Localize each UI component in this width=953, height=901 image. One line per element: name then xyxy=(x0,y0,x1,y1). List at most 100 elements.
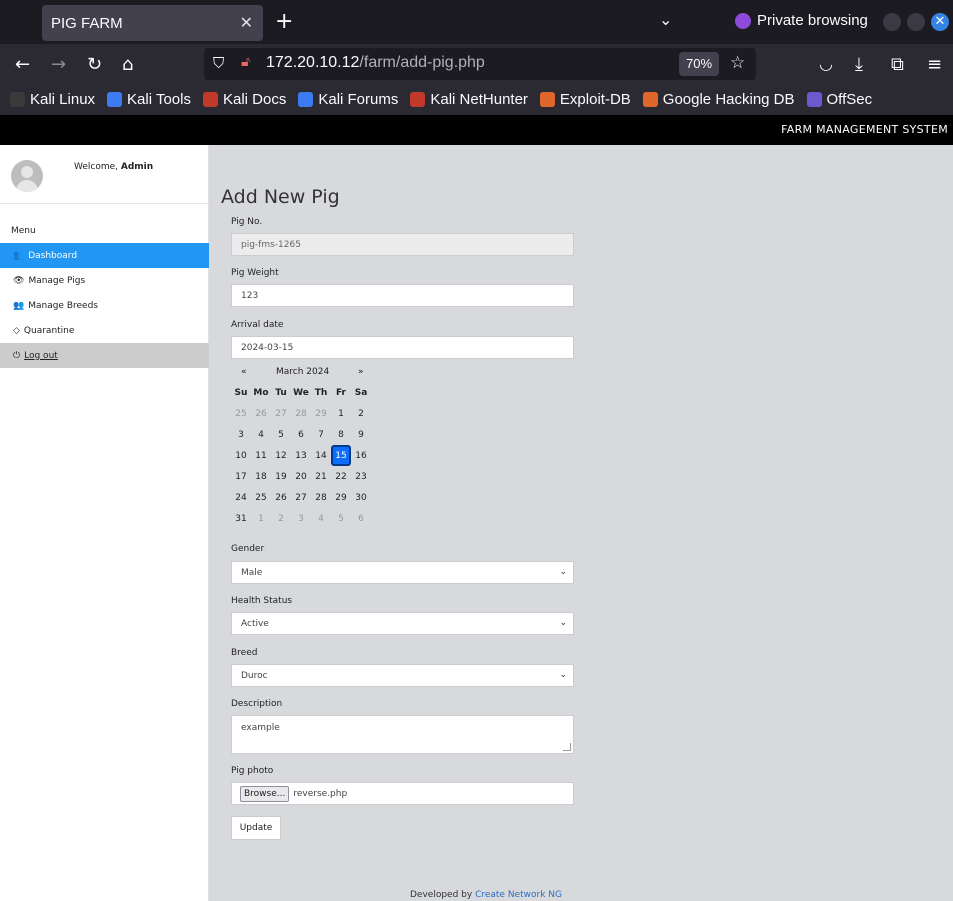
menu-hamburger-icon[interactable]: ≡ xyxy=(927,54,942,75)
tab-close-icon[interactable]: ✕ xyxy=(240,13,253,33)
browse-button[interactable]: Browse... xyxy=(240,785,290,802)
calendar-day[interactable]: 24 xyxy=(231,487,251,508)
calendar-day[interactable]: 2 xyxy=(271,508,291,529)
arrival-date-field[interactable]: 2024-03-15 xyxy=(231,336,574,359)
health-status-select[interactable]: Active ⌄ xyxy=(231,612,574,635)
calendar-grid: Su Mo Tu We Th Fr Sa 25 26 27 28 29 1 2 3 4 5 6 7 8 9 10 11 12 1… xyxy=(231,382,373,529)
resize-grip-icon[interactable] xyxy=(563,743,571,751)
extensions-icon[interactable]: ⧉ xyxy=(891,54,904,75)
bookmark-item[interactable]: Kali Linux xyxy=(10,91,95,108)
new-tab-button[interactable]: + xyxy=(275,9,293,34)
sidebar-item-label[interactable]: Log out xyxy=(24,351,58,361)
calendar-day[interactable]: 25 xyxy=(251,487,271,508)
calendar-day[interactable]: 1 xyxy=(251,508,271,529)
weight-field[interactable]: 123 xyxy=(231,284,574,307)
calendar-day[interactable]: 31 xyxy=(231,508,251,529)
app-header: FARM MANAGEMENT SYSTEM xyxy=(0,115,953,145)
photo-label: Pig photo xyxy=(231,766,274,776)
bookmark-item[interactable]: Google Hacking DB xyxy=(642,91,795,108)
calendar-day[interactable]: 13 xyxy=(291,445,311,466)
url-text[interactable]: 172.20.10.12/farm/add-pig.php xyxy=(266,54,485,72)
calendar-day[interactable]: 5 xyxy=(271,424,291,445)
footer-link[interactable]: Create Network NG xyxy=(475,890,562,900)
calendar-day[interactable]: 11 xyxy=(251,445,271,466)
calendar-day[interactable]: 1 xyxy=(331,403,351,424)
calendar-day[interactable]: 30 xyxy=(351,487,371,508)
calendar-day[interactable]: 21 xyxy=(311,466,331,487)
calendar-day[interactable]: 27 xyxy=(271,403,291,424)
calendar-day[interactable]: 5 xyxy=(331,508,351,529)
calendar-month-title[interactable]: March 2024 xyxy=(276,367,329,377)
maximize-button[interactable] xyxy=(907,13,925,31)
reload-icon[interactable]: ↻ xyxy=(87,54,102,75)
calendar-day[interactable]: 3 xyxy=(291,508,311,529)
bookmark-item[interactable]: Kali NetHunter xyxy=(410,91,528,108)
sidebar-item-manage-breeds[interactable]: 👥 Manage Breeds xyxy=(0,293,209,318)
calendar-day[interactable]: 26 xyxy=(271,487,291,508)
calendar-day[interactable]: 17 xyxy=(231,466,251,487)
calendar-day[interactable]: 20 xyxy=(291,466,311,487)
calendar-weekday: We xyxy=(293,387,309,398)
calendar-day[interactable]: 14 xyxy=(311,445,331,466)
shield-icon[interactable]: ⛉ xyxy=(213,54,224,72)
bookmark-item[interactable]: OffSec xyxy=(806,91,872,108)
bookmark-item[interactable]: Kali Forums xyxy=(298,91,398,108)
gender-label: Gender xyxy=(231,544,265,554)
calendar-day[interactable]: 12 xyxy=(271,445,291,466)
calendar-day[interactable]: 10 xyxy=(231,445,251,466)
home-icon[interactable]: ⌂ xyxy=(122,54,133,75)
calendar-day[interactable]: 8 xyxy=(331,424,351,445)
sidebar-item-manage-pigs[interactable]: 👁 Manage Pigs xyxy=(0,268,209,293)
photo-file-input[interactable]: Browse... reverse.php xyxy=(231,782,574,805)
calendar-day[interactable]: 23 xyxy=(351,466,371,487)
calendar-day[interactable]: 4 xyxy=(311,508,331,529)
calendar-day[interactable]: 19 xyxy=(271,466,291,487)
bookmark-star-icon[interactable]: ☆ xyxy=(730,53,745,73)
health-status-label: Health Status xyxy=(231,596,293,606)
list-tabs-chevron-icon[interactable]: ⌄ xyxy=(659,10,672,29)
prev-month-button[interactable]: « xyxy=(241,367,247,377)
gender-select[interactable]: Male ⌄ xyxy=(231,561,574,584)
calendar-day[interactable]: 22 xyxy=(331,466,351,487)
calendar-day[interactable]: 4 xyxy=(251,424,271,445)
breed-select[interactable]: Duroc ⌄ xyxy=(231,664,574,687)
bookmark-item[interactable]: Kali Docs xyxy=(202,91,286,108)
url-bar[interactable]: ⛉ 🔓︎ 172.20.10.12/farm/add-pig.php 70% ☆ xyxy=(204,48,756,80)
description-textarea[interactable]: example xyxy=(231,715,574,754)
minimize-button[interactable] xyxy=(883,13,901,31)
zoom-level-button[interactable]: 70% xyxy=(679,52,719,76)
calendar-day[interactable]: 28 xyxy=(311,487,331,508)
close-window-button[interactable]: ✕ xyxy=(931,13,949,31)
bookmark-item[interactable]: Kali Tools xyxy=(107,91,191,108)
pocket-icon[interactable]: ◡ xyxy=(819,54,833,73)
description-value: example xyxy=(241,723,280,733)
calendar-day[interactable]: 15 xyxy=(331,445,351,466)
calendar-day[interactable]: 3 xyxy=(231,424,251,445)
insecure-lock-icon[interactable]: 🔓︎ xyxy=(241,54,250,70)
back-arrow-icon[interactable]: ← xyxy=(15,54,30,75)
calendar-day[interactable]: 6 xyxy=(291,424,311,445)
download-icon[interactable]: ⤓ xyxy=(855,54,863,75)
update-button[interactable]: Update xyxy=(231,816,281,840)
sidebar-item-dashboard[interactable]: 👥 Dashboard xyxy=(0,243,209,268)
calendar-day[interactable]: 29 xyxy=(331,487,351,508)
calendar-day[interactable]: 28 xyxy=(291,403,311,424)
calendar-day[interactable]: 18 xyxy=(251,466,271,487)
tab-pig-farm[interactable]: PIG FARM ✕ xyxy=(42,5,263,41)
pig-no-field[interactable]: pig-fms-1265 xyxy=(231,233,574,256)
calendar-day[interactable]: 9 xyxy=(351,424,371,445)
sidebar-item-quarantine[interactable]: ◇ Quarantine xyxy=(0,318,209,343)
calendar-day[interactable]: 26 xyxy=(251,403,271,424)
calendar-day[interactable]: 7 xyxy=(311,424,331,445)
bookmark-item[interactable]: Exploit-DB xyxy=(539,91,631,108)
calendar-day[interactable]: 6 xyxy=(351,508,371,529)
forward-arrow-icon[interactable]: → xyxy=(51,54,66,75)
calendar-day[interactable]: 25 xyxy=(231,403,251,424)
sidebar-item-logout[interactable]: ⏻ Log out xyxy=(0,343,209,368)
chevron-down-icon: ⌄ xyxy=(559,670,567,680)
calendar-day[interactable]: 2 xyxy=(351,403,371,424)
calendar-day[interactable]: 16 xyxy=(351,445,371,466)
calendar-day[interactable]: 29 xyxy=(311,403,331,424)
next-month-button[interactable]: » xyxy=(358,367,364,377)
calendar-day[interactable]: 27 xyxy=(291,487,311,508)
